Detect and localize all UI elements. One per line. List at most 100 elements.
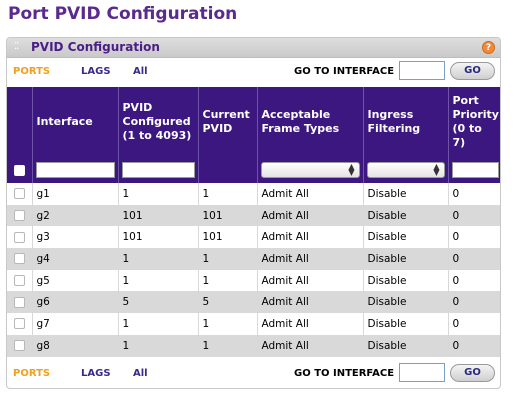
- interface-edit-cell: [32, 157, 119, 183]
- frame-types-cell: Admit All: [257, 204, 364, 227]
- acceptable-frame-types-column-header: Acceptable Frame Types: [257, 87, 364, 157]
- interface-column-header: Interface: [32, 87, 119, 157]
- ingress-cell: Disable: [363, 248, 449, 270]
- row-checkbox[interactable]: [13, 210, 25, 222]
- table-edit-row: ▲ ▼ ▲ ▼: [7, 157, 500, 183]
- priority-cell: 0: [448, 183, 500, 205]
- priority-cell: 0: [448, 226, 500, 249]
- priority-cell: 0: [448, 269, 500, 292]
- interface-cell: g5: [32, 269, 119, 292]
- goto-interface-label: GO TO INTERFACE: [294, 368, 395, 379]
- table-row[interactable]: g6 5 5 Admit All Disable 0: [7, 291, 500, 314]
- ingress-filtering-select[interactable]: ▲ ▼: [366, 162, 445, 178]
- ingress-cell: Disable: [363, 204, 449, 227]
- lags-link[interactable]: LAGS: [81, 66, 111, 77]
- interface-cell: g1: [32, 183, 119, 205]
- pvid-configuration-panel: ⁚⁚ PVID Configuration ? PORTS LAGS All G…: [6, 37, 501, 389]
- frame-types-cell: Admit All: [257, 248, 364, 270]
- current-pvid-cell: 101: [198, 226, 258, 249]
- row-checkbox[interactable]: [13, 253, 25, 265]
- pvid-table: Interface PVID Configured (1 to 4093) Cu…: [7, 87, 500, 357]
- table-row[interactable]: g1 1 1 Admit All Disable 0: [7, 183, 500, 205]
- filter-bar-bottom: PORTS LAGS All GO TO INTERFACE GO: [7, 360, 500, 388]
- table-row[interactable]: g5 1 1 Admit All Disable 0: [7, 269, 500, 292]
- pvid-configured-cell: 101: [118, 204, 199, 227]
- panel-title: PVID Configuration: [31, 40, 160, 54]
- select-arrows-icon: ▲ ▼: [348, 162, 355, 177]
- priority-edit-cell: [448, 157, 500, 183]
- pvid-configured-cell: 1: [118, 269, 199, 292]
- row-checkbox[interactable]: [13, 296, 25, 308]
- table-header-row: Interface PVID Configured (1 to 4093) Cu…: [7, 87, 500, 157]
- frame-types-cell: Admit All: [257, 226, 364, 249]
- pvid-configured-cell: 1: [118, 313, 199, 335]
- goto-interface-label: GO TO INTERFACE: [294, 66, 395, 77]
- pvid-configured-edit-input[interactable]: [121, 162, 195, 178]
- ingress-filtering-column-header: Ingress Filtering: [363, 87, 449, 157]
- table-row[interactable]: g2 101 101 Admit All Disable 0: [7, 204, 500, 227]
- table-row[interactable]: g4 1 1 Admit All Disable 0: [7, 248, 500, 270]
- select-arrows-icon: ▲ ▼: [433, 162, 440, 177]
- row-checkbox[interactable]: [13, 340, 25, 352]
- table-row[interactable]: g3 101 101 Admit All Disable 0: [7, 226, 500, 249]
- interface-cell: g7: [32, 313, 119, 335]
- current-pvid-cell: 1: [198, 183, 258, 205]
- ingress-cell: Disable: [363, 183, 449, 205]
- row-checkbox[interactable]: [13, 275, 25, 287]
- pvid-configured-cell: 1: [118, 183, 199, 205]
- current-pvid-cell: 1: [198, 269, 258, 292]
- help-icon[interactable]: ?: [482, 41, 495, 54]
- table-row[interactable]: g7 1 1 Admit All Disable 0: [7, 313, 500, 335]
- priority-cell: 0: [448, 291, 500, 314]
- port-priority-edit-input[interactable]: [451, 162, 499, 178]
- interface-edit-input[interactable]: [35, 162, 115, 178]
- interface-cell: g3: [32, 226, 119, 249]
- current-pvid-cell: 1: [198, 248, 258, 270]
- pvid-configured-column-header: PVID Configured (1 to 4093): [118, 87, 199, 157]
- frame-types-cell: Admit All: [257, 183, 364, 205]
- current-pvid-cell: 5: [198, 291, 258, 314]
- priority-cell: 0: [448, 313, 500, 335]
- priority-cell: 0: [448, 204, 500, 227]
- interface-cell: g6: [32, 291, 119, 314]
- all-link[interactable]: All: [133, 368, 148, 379]
- current-pvid-cell: 1: [198, 313, 258, 335]
- lags-link[interactable]: LAGS: [81, 368, 111, 379]
- pvid-configured-cell: 1: [118, 334, 199, 357]
- select-column-header: [7, 87, 33, 157]
- select-all-cell: [7, 157, 33, 183]
- go-button[interactable]: GO: [450, 62, 495, 80]
- current-pvid-cell: 101: [198, 204, 258, 227]
- filter-bar-top: PORTS LAGS All GO TO INTERFACE GO: [7, 58, 500, 86]
- current-pvid-column-header: Current PVID: [198, 87, 258, 157]
- interface-cell: g4: [32, 248, 119, 270]
- port-priority-column-header: Port Priority (0 to 7): [448, 87, 500, 157]
- ports-link[interactable]: PORTS: [13, 368, 50, 379]
- row-checkbox[interactable]: [13, 231, 25, 243]
- ingress-cell: Disable: [363, 313, 449, 335]
- frame-types-edit-cell: ▲ ▼: [257, 157, 364, 183]
- frame-types-cell: Admit All: [257, 269, 364, 292]
- goto-interface-input[interactable]: [399, 363, 445, 382]
- row-checkbox[interactable]: [13, 318, 25, 330]
- acceptable-frame-types-select[interactable]: ▲ ▼: [260, 162, 360, 178]
- table-row[interactable]: g8 1 1 Admit All Disable 0: [7, 334, 500, 357]
- ingress-cell: Disable: [363, 291, 449, 314]
- current-pvid-cell: 1: [198, 334, 258, 357]
- all-link[interactable]: All: [133, 66, 148, 77]
- pvid-edit-cell: [118, 157, 199, 183]
- grip-icon[interactable]: ⁚⁚: [14, 41, 19, 52]
- ingress-edit-cell: ▲ ▼: [363, 157, 449, 183]
- panel-header: ⁚⁚ PVID Configuration ?: [7, 38, 500, 58]
- goto-interface-input[interactable]: [399, 61, 445, 80]
- priority-cell: 0: [448, 334, 500, 357]
- row-checkbox[interactable]: [13, 188, 25, 200]
- go-button[interactable]: GO: [450, 364, 495, 382]
- ports-link[interactable]: PORTS: [13, 66, 50, 77]
- pvid-configured-cell: 1: [118, 248, 199, 270]
- select-all-checkbox[interactable]: [13, 164, 25, 176]
- interface-cell: g8: [32, 334, 119, 357]
- current-pvid-edit-cell: [198, 157, 258, 183]
- pvid-configured-cell: 101: [118, 226, 199, 249]
- frame-types-cell: Admit All: [257, 313, 364, 335]
